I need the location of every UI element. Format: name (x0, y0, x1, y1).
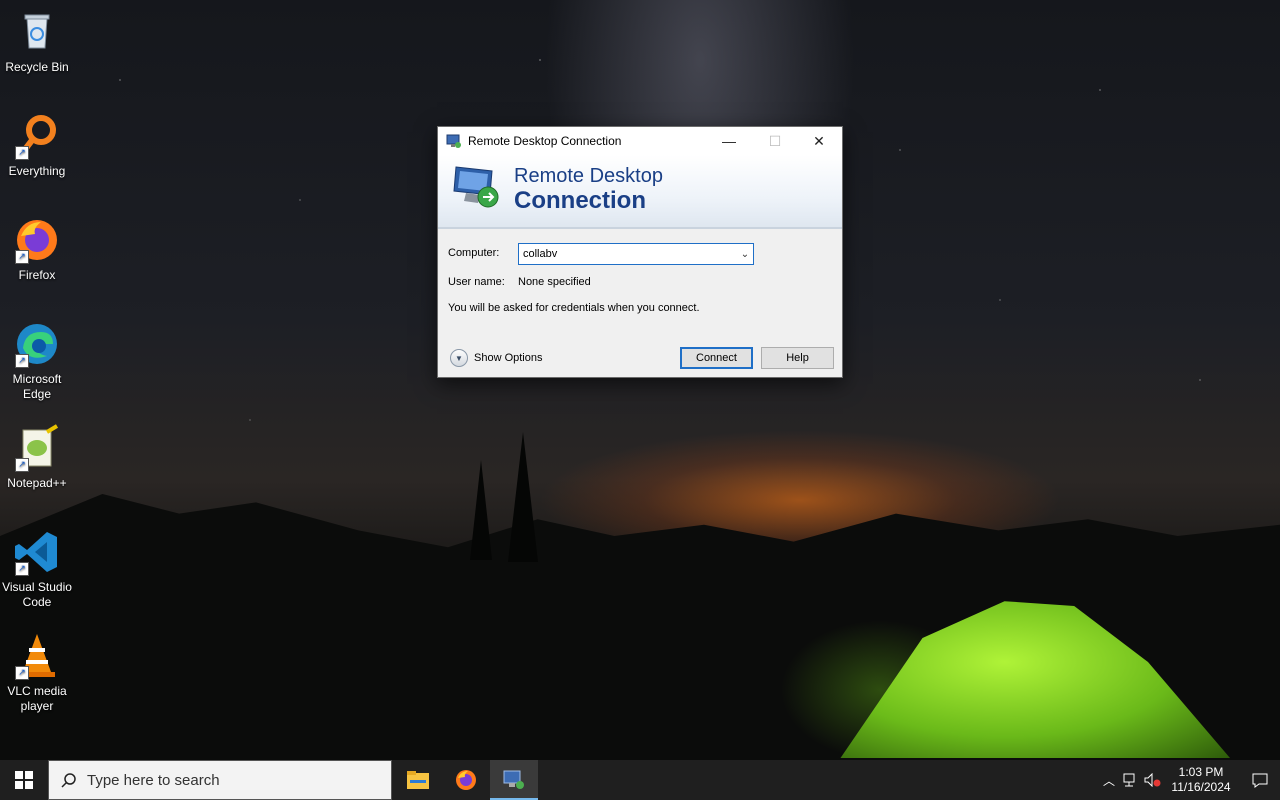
chevron-down-icon[interactable]: ⌄ (737, 249, 753, 260)
computer-combobox[interactable]: collabv ⌄ (518, 243, 754, 265)
clock-time: 1:03 PM (1178, 765, 1224, 779)
windows-logo-icon (15, 771, 33, 789)
banner-title-line2: Connection (514, 187, 646, 214)
desktop-icon-label: Everything (8, 164, 66, 178)
shortcut-arrow-icon: ↗ (15, 666, 29, 680)
desktop-icon-everything[interactable]: ↗ Everything (2, 112, 72, 179)
remote-desktop-icon (446, 134, 461, 148)
title-bar[interactable]: Remote Desktop Connection — ☐ ✕ (438, 127, 842, 155)
chevron-up-icon[interactable]: ︿ (1098, 760, 1120, 800)
desktop-icon-label: VLC media player (7, 684, 67, 713)
firefox-icon (456, 770, 476, 790)
credentials-note: You will be asked for credentials when y… (448, 302, 700, 314)
desktop-icon-label: Recycle Bin (5, 60, 69, 74)
desktop-icon-firefox[interactable]: ↗ Firefox (2, 216, 72, 283)
desktop-icon-label: Visual Studio Code (2, 580, 72, 609)
taskbar-clock[interactable]: 1:03 PM 11/16/2024 (1170, 765, 1232, 795)
desktop-icon-label: Notepad++ (7, 476, 67, 490)
rdc-banner: Remote Desktop Connection (438, 155, 842, 229)
taskbar-search-box[interactable]: Type here to search (48, 760, 392, 800)
username-label: User name: (448, 276, 505, 288)
desktop-icon-edge[interactable]: ↗ Microsoft Edge (2, 320, 72, 402)
start-button[interactable] (0, 760, 48, 800)
desktop-icon-recycle-bin[interactable]: Recycle Bin (2, 8, 72, 75)
file-explorer-icon (407, 771, 429, 789)
desktop-icon-vscode[interactable]: ↗ Visual Studio Code (2, 528, 72, 610)
shortcut-arrow-icon: ↗ (15, 562, 29, 576)
username-value: None specified (518, 276, 591, 288)
desktop-icon-label: Microsoft Edge (12, 372, 62, 401)
computer-value[interactable]: collabv (519, 248, 737, 260)
close-button[interactable]: ✕ (796, 127, 842, 155)
show-options-label: Show Options (474, 352, 543, 364)
notification-center-icon[interactable] (1240, 760, 1280, 800)
edge-icon: ↗ (13, 320, 61, 368)
clock-date: 11/16/2024 (1171, 780, 1231, 794)
banner-title-line1: Remote Desktop (514, 165, 663, 187)
shortcut-arrow-icon: ↗ (15, 458, 29, 472)
connect-button[interactable]: Connect (680, 347, 753, 369)
taskbar: Type here to search ︿ 1:03 PM 11/16/2024 (0, 760, 1280, 800)
recycle-bin-icon (13, 8, 61, 56)
shortcut-arrow-icon: ↗ (15, 250, 29, 264)
rdc-window: Remote Desktop Connection — ☐ ✕ Remote D… (437, 126, 843, 378)
desktop-icon-vlc[interactable]: ↗ VLC media player (2, 632, 72, 714)
maximize-button[interactable]: ☐ (752, 127, 798, 155)
shortcut-arrow-icon: ↗ (15, 146, 29, 160)
taskbar-remote-desktop[interactable] (490, 760, 538, 800)
desktop-icon-notepadpp[interactable]: ↗ Notepad++ (2, 424, 72, 491)
notepadpp-icon: ↗ (13, 424, 61, 472)
expand-chevron-icon[interactable]: ▼ (450, 349, 468, 367)
search-icon (61, 773, 76, 788)
window-title: Remote Desktop Connection (468, 134, 622, 148)
computer-label: Computer: (448, 247, 500, 259)
remote-desktop-large-icon (453, 166, 499, 208)
taskbar-file-explorer[interactable] (394, 760, 442, 800)
vlc-icon: ↗ (13, 632, 61, 680)
everything-search-icon: ↗ (13, 112, 61, 160)
help-button[interactable]: Help (761, 347, 834, 369)
minimize-button[interactable]: — (706, 127, 752, 155)
firefox-icon: ↗ (13, 216, 61, 264)
taskbar-firefox[interactable] (442, 760, 490, 800)
network-icon[interactable] (1120, 760, 1142, 800)
desktop-icon-label: Firefox (18, 268, 56, 282)
vscode-icon: ↗ (13, 528, 61, 576)
search-placeholder: Type here to search (87, 771, 220, 789)
remote-desktop-icon (503, 770, 524, 789)
shortcut-arrow-icon: ↗ (15, 354, 29, 368)
show-options-toggle[interactable]: ▼ Show Options (450, 349, 542, 367)
volume-muted-icon[interactable] (1142, 760, 1164, 800)
system-tray: ︿ 1:03 PM 11/16/2024 (1098, 760, 1280, 800)
